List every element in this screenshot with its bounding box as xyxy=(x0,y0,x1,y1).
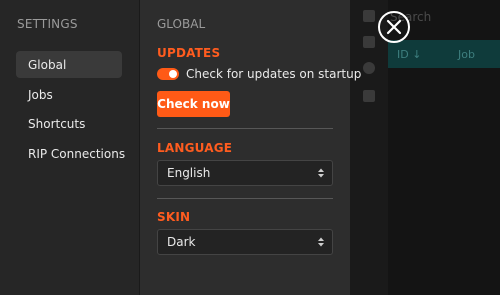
sidebar-item-shortcuts[interactable]: Shortcuts xyxy=(16,110,122,137)
background-column-job: Job xyxy=(458,48,475,61)
sidebar-item-rip-connections[interactable]: RIP Connections xyxy=(16,140,125,167)
sidebar-title: SETTINGS xyxy=(17,17,78,31)
add-icon xyxy=(363,62,375,74)
trash-icon xyxy=(363,90,375,102)
updates-toggle-row: Check for updates on startup xyxy=(157,66,361,82)
settings-sidebar: SETTINGS Global Jobs Shortcuts RIP Conne… xyxy=(0,0,140,295)
folder-icon xyxy=(363,36,375,48)
sidebar-item-global[interactable]: Global xyxy=(16,51,122,78)
skin-section-title: SKIN xyxy=(157,210,191,224)
close-button[interactable] xyxy=(378,11,410,43)
sidebar-item-jobs[interactable]: Jobs xyxy=(16,81,122,108)
background-column-id: ID ↓ xyxy=(397,48,422,61)
check-now-button[interactable]: Check now xyxy=(157,91,230,117)
section-divider xyxy=(157,128,333,129)
background-toolbar xyxy=(350,0,388,295)
printer-icon xyxy=(363,10,375,22)
chevron-updown-icon xyxy=(318,237,324,247)
language-select-value: English xyxy=(167,166,211,180)
language-select[interactable]: English xyxy=(157,160,333,186)
chevron-updown-icon xyxy=(318,168,324,178)
toggle-knob xyxy=(169,70,177,78)
settings-panel: GLOBAL UPDATES Check for updates on star… xyxy=(140,0,361,295)
page-title: GLOBAL xyxy=(157,17,206,31)
section-divider xyxy=(157,198,333,199)
update-on-startup-toggle[interactable] xyxy=(157,68,179,80)
skin-select[interactable]: Dark xyxy=(157,229,333,255)
update-on-startup-label: Check for updates on startup xyxy=(186,67,362,81)
skin-select-value: Dark xyxy=(167,235,196,249)
language-section-title: LANGUAGE xyxy=(157,141,233,155)
background-app: Search ID ↓ Job xyxy=(350,0,500,295)
updates-section-title: UPDATES xyxy=(157,46,221,60)
close-icon xyxy=(386,19,402,35)
